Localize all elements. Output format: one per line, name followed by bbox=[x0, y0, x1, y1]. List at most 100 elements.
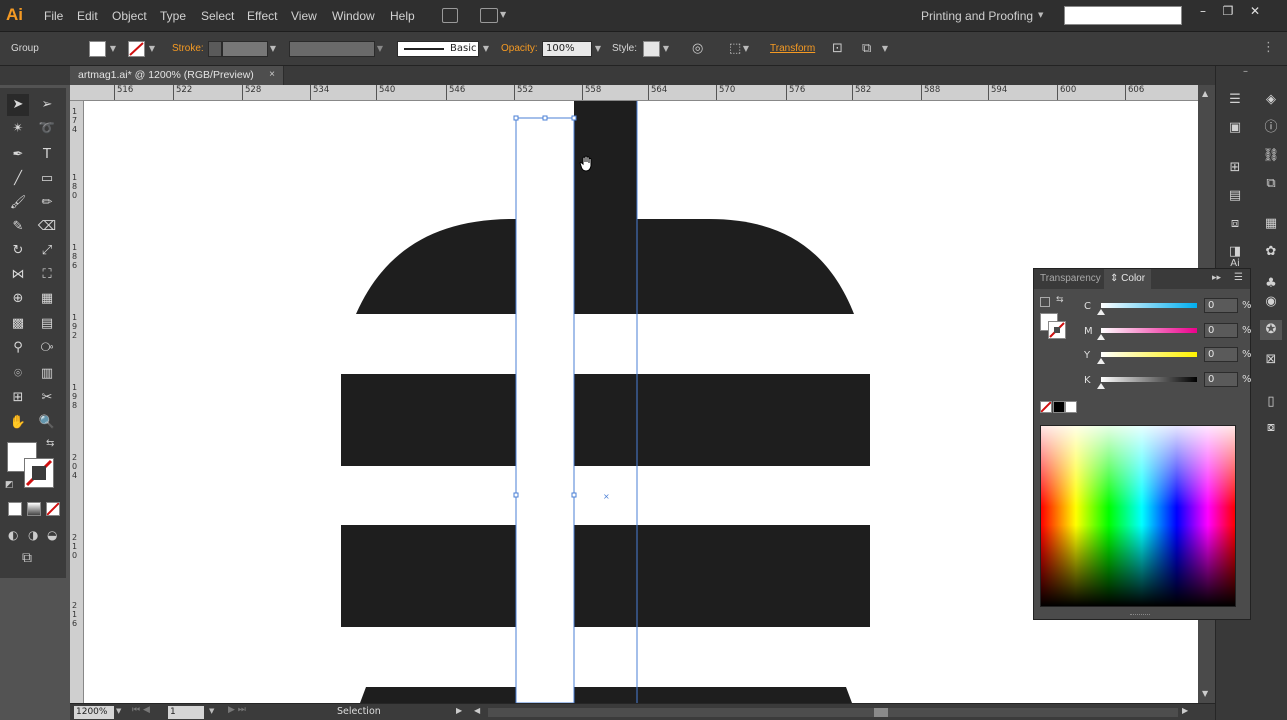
type-tool-icon[interactable]: T bbox=[36, 144, 58, 166]
cyan-slider-thumb[interactable] bbox=[1097, 309, 1105, 315]
lasso-tool-icon[interactable]: ➰ bbox=[36, 118, 58, 140]
menu-file[interactable]: File bbox=[44, 9, 63, 23]
fill-dropdown-icon[interactable]: ▼ bbox=[108, 41, 118, 57]
draw-normal-icon[interactable]: ◐ bbox=[8, 528, 18, 542]
menu-window[interactable]: Window bbox=[332, 9, 375, 23]
brushes-icon[interactable]: ✿ bbox=[1260, 242, 1282, 262]
gradient-panel-icon[interactable]: ▣ bbox=[1224, 118, 1246, 138]
gradient-tool-icon[interactable]: ▤ bbox=[36, 313, 58, 335]
current-tool-status[interactable]: Selection bbox=[337, 706, 381, 717]
color-mode-icon[interactable] bbox=[8, 502, 22, 516]
symbol-sprayer-tool-icon[interactable]: ⌾ bbox=[7, 363, 29, 385]
collapse-panel-icon[interactable]: ▸▸ bbox=[1212, 273, 1221, 283]
close-tab-icon[interactable]: × bbox=[269, 69, 275, 80]
selected-rectangle[interactable] bbox=[515, 117, 575, 703]
transform-panel-icon[interactable]: ⧈ bbox=[1224, 214, 1246, 234]
yellow-value[interactable]: 0 bbox=[1204, 347, 1238, 362]
panel-options-icon[interactable]: ☰ bbox=[1234, 272, 1243, 283]
pathfinder-icon[interactable]: ⧉ bbox=[1260, 174, 1282, 194]
links-icon[interactable]: ⛓ bbox=[1260, 146, 1282, 166]
variable-width-dropdown-icon[interactable]: ▼ bbox=[375, 41, 385, 57]
band-middle-left[interactable] bbox=[341, 374, 516, 466]
color-guide-icon[interactable]: ⧇ bbox=[1260, 418, 1282, 438]
magenta-value[interactable]: 0 bbox=[1204, 323, 1238, 338]
scroll-up-icon[interactable]: ▲ bbox=[1202, 89, 1208, 98]
blend-tool-icon[interactable]: ⧂ bbox=[36, 337, 58, 359]
cyan-value[interactable]: 0 bbox=[1204, 298, 1238, 313]
panel-menu-icon[interactable]: ⧉ bbox=[862, 41, 871, 56]
status-menu-icon[interactable]: ▶ bbox=[456, 706, 462, 715]
menu-object[interactable]: Object bbox=[112, 9, 147, 23]
restore-icon[interactable]: ❐ bbox=[1219, 4, 1237, 18]
none-swatch[interactable] bbox=[1040, 401, 1052, 413]
pen-tool-icon[interactable]: ✒ bbox=[7, 144, 29, 166]
menu-help[interactable]: Help bbox=[390, 9, 415, 23]
symbols-icon[interactable]: ♣ bbox=[1260, 274, 1282, 294]
black-swatch[interactable] bbox=[1053, 401, 1065, 413]
artboard-dropdown-icon[interactable]: ▼ bbox=[209, 707, 214, 715]
yellow-slider-thumb[interactable] bbox=[1097, 358, 1105, 364]
fill-swatch[interactable] bbox=[89, 41, 106, 57]
layers-icon[interactable]: ◈ bbox=[1260, 90, 1282, 110]
swap-colors-icon[interactable]: ⇆ bbox=[46, 438, 54, 449]
draw-behind-icon[interactable]: ◑ bbox=[28, 528, 38, 542]
stroke-swatch[interactable] bbox=[128, 41, 145, 57]
stem-shape[interactable] bbox=[574, 101, 637, 314]
transform-link[interactable]: Transform bbox=[770, 43, 815, 54]
dome-right-shape[interactable] bbox=[637, 219, 854, 314]
workspace-switcher[interactable]: Printing and Proofing bbox=[921, 9, 1033, 23]
stroke-panel-icon[interactable]: ⊠ bbox=[1260, 350, 1282, 370]
perspective-grid-tool-icon[interactable]: ▦ bbox=[36, 288, 58, 310]
tab-transparency[interactable]: Transparency bbox=[1034, 269, 1107, 289]
artboards-icon[interactable]: ⊞ bbox=[1224, 158, 1246, 178]
horizontal-scroll-thumb[interactable] bbox=[874, 708, 888, 717]
workspace-chevron-icon[interactable]: ▼ bbox=[1038, 11, 1043, 19]
artwork[interactable]: × bbox=[84, 101, 1198, 703]
direct-selection-tool-icon[interactable]: ➢ bbox=[36, 94, 58, 116]
arrange-documents-icon[interactable] bbox=[480, 8, 498, 23]
stroke-color-swatch[interactable] bbox=[24, 458, 54, 488]
recolor-artwork-icon[interactable]: ◎ bbox=[692, 41, 703, 56]
yellow-slider[interactable] bbox=[1101, 352, 1197, 357]
control-bar-menu-icon[interactable]: ⋮ bbox=[1262, 40, 1275, 55]
align-dropdown-icon[interactable]: ▼ bbox=[741, 41, 751, 57]
variable-width-field[interactable] bbox=[289, 41, 375, 57]
gradient-mode-icon[interactable] bbox=[27, 502, 41, 516]
swatches-icon[interactable]: ▦ bbox=[1260, 214, 1282, 234]
align-panel-icon[interactable]: ▤ bbox=[1224, 186, 1246, 206]
hand-tool-icon[interactable]: ✋ bbox=[7, 412, 29, 434]
panel-resize-handle[interactable] bbox=[1130, 614, 1150, 616]
mesh-tool-icon[interactable]: ▩ bbox=[7, 313, 29, 335]
default-colors-icon[interactable]: ◩ bbox=[5, 480, 14, 490]
line-tool-icon[interactable]: ╱ bbox=[7, 168, 29, 190]
artboard-number-field[interactable]: 1 bbox=[168, 706, 204, 719]
selection-anchor-points[interactable] bbox=[513, 115, 577, 498]
menu-type[interactable]: Type bbox=[160, 9, 186, 23]
menu-effect[interactable]: Effect bbox=[247, 9, 277, 23]
first-artboard-icon[interactable]: ⏮ ◀ bbox=[132, 705, 150, 715]
eyedropper-tool-icon[interactable]: ⚲ bbox=[7, 337, 29, 359]
document-tab[interactable]: artmag1.ai* @ 1200% (RGB/Preview) × bbox=[70, 66, 284, 85]
color-spectrum[interactable] bbox=[1040, 425, 1236, 607]
black-slider[interactable] bbox=[1101, 377, 1197, 382]
dome-left-shape[interactable] bbox=[356, 219, 516, 314]
bottom-cap-right[interactable] bbox=[574, 687, 852, 703]
eraser-tool-icon[interactable]: ⌫ bbox=[36, 216, 58, 238]
close-window-icon[interactable]: ✕ bbox=[1246, 4, 1264, 18]
none-mode-icon[interactable] bbox=[46, 502, 60, 516]
brush-dropdown-icon[interactable]: ▼ bbox=[481, 41, 491, 57]
width-tool-icon[interactable]: ⋈ bbox=[7, 264, 29, 286]
column-graph-tool-icon[interactable]: ▥ bbox=[36, 363, 58, 385]
rotate-tool-icon[interactable]: ↻ bbox=[7, 240, 29, 262]
magenta-slider[interactable] bbox=[1101, 328, 1197, 333]
black-slider-thumb[interactable] bbox=[1097, 383, 1105, 389]
horizontal-scrollbar[interactable] bbox=[488, 708, 1178, 717]
stroke-dropdown-icon[interactable]: ▼ bbox=[147, 41, 157, 57]
artboard-canvas[interactable]: × bbox=[84, 101, 1198, 703]
minimize-icon[interactable]: – bbox=[1194, 4, 1212, 18]
band-middle-right[interactable] bbox=[574, 374, 870, 466]
layers-menu-icon[interactable]: ☰ bbox=[1224, 90, 1246, 110]
zoom-dropdown-icon[interactable]: ▼ bbox=[116, 707, 121, 715]
paintbrush-tool-icon[interactable]: 🖌 bbox=[7, 192, 29, 214]
scroll-down-icon[interactable]: ▼ bbox=[1202, 689, 1208, 698]
